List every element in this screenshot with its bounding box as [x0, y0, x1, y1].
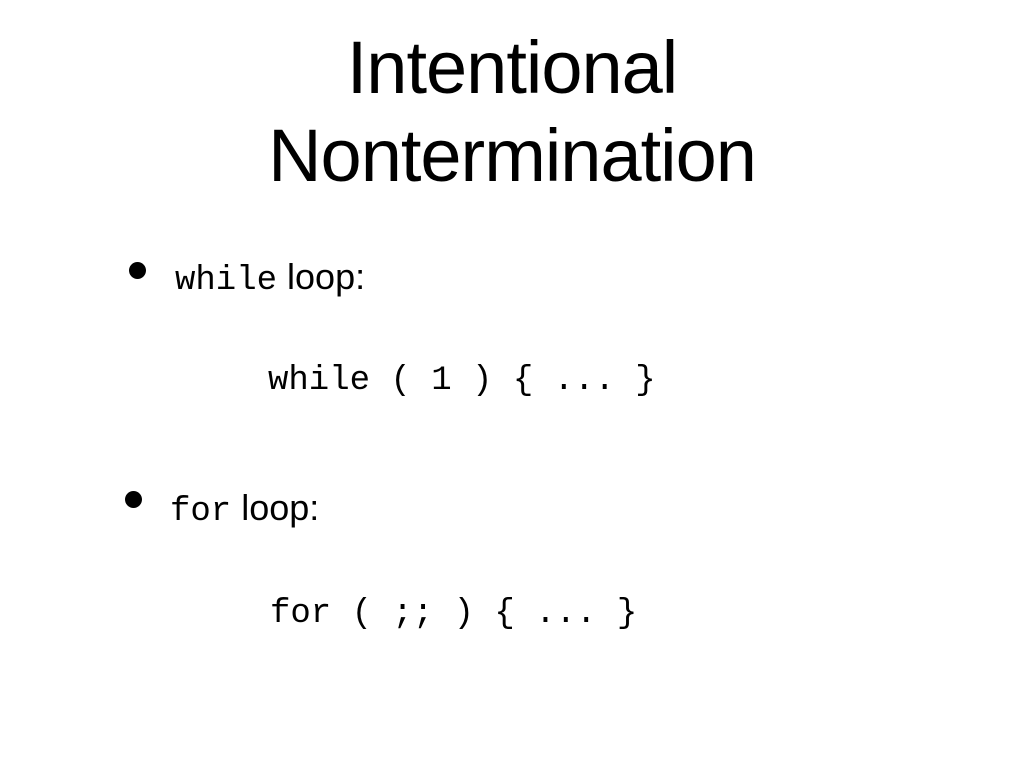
title-line-2: Nontermination [268, 114, 757, 197]
for-label: loop: [231, 487, 320, 528]
for-keyword: for [170, 493, 232, 531]
for-code-example: for ( ;; ) { ... } [270, 595, 638, 633]
while-label: loop: [277, 256, 366, 297]
bullet-for-loop: for loop: [170, 487, 319, 531]
slide-title: Intentional Nontermination [0, 24, 1024, 200]
title-line-1: Intentional [346, 26, 679, 109]
bullet-icon [125, 491, 142, 508]
bullet-icon [129, 262, 146, 279]
bullet-while-loop: while loop: [175, 256, 365, 300]
while-code-example: while ( 1 ) { ... } [268, 362, 656, 400]
while-keyword: while [175, 262, 278, 300]
